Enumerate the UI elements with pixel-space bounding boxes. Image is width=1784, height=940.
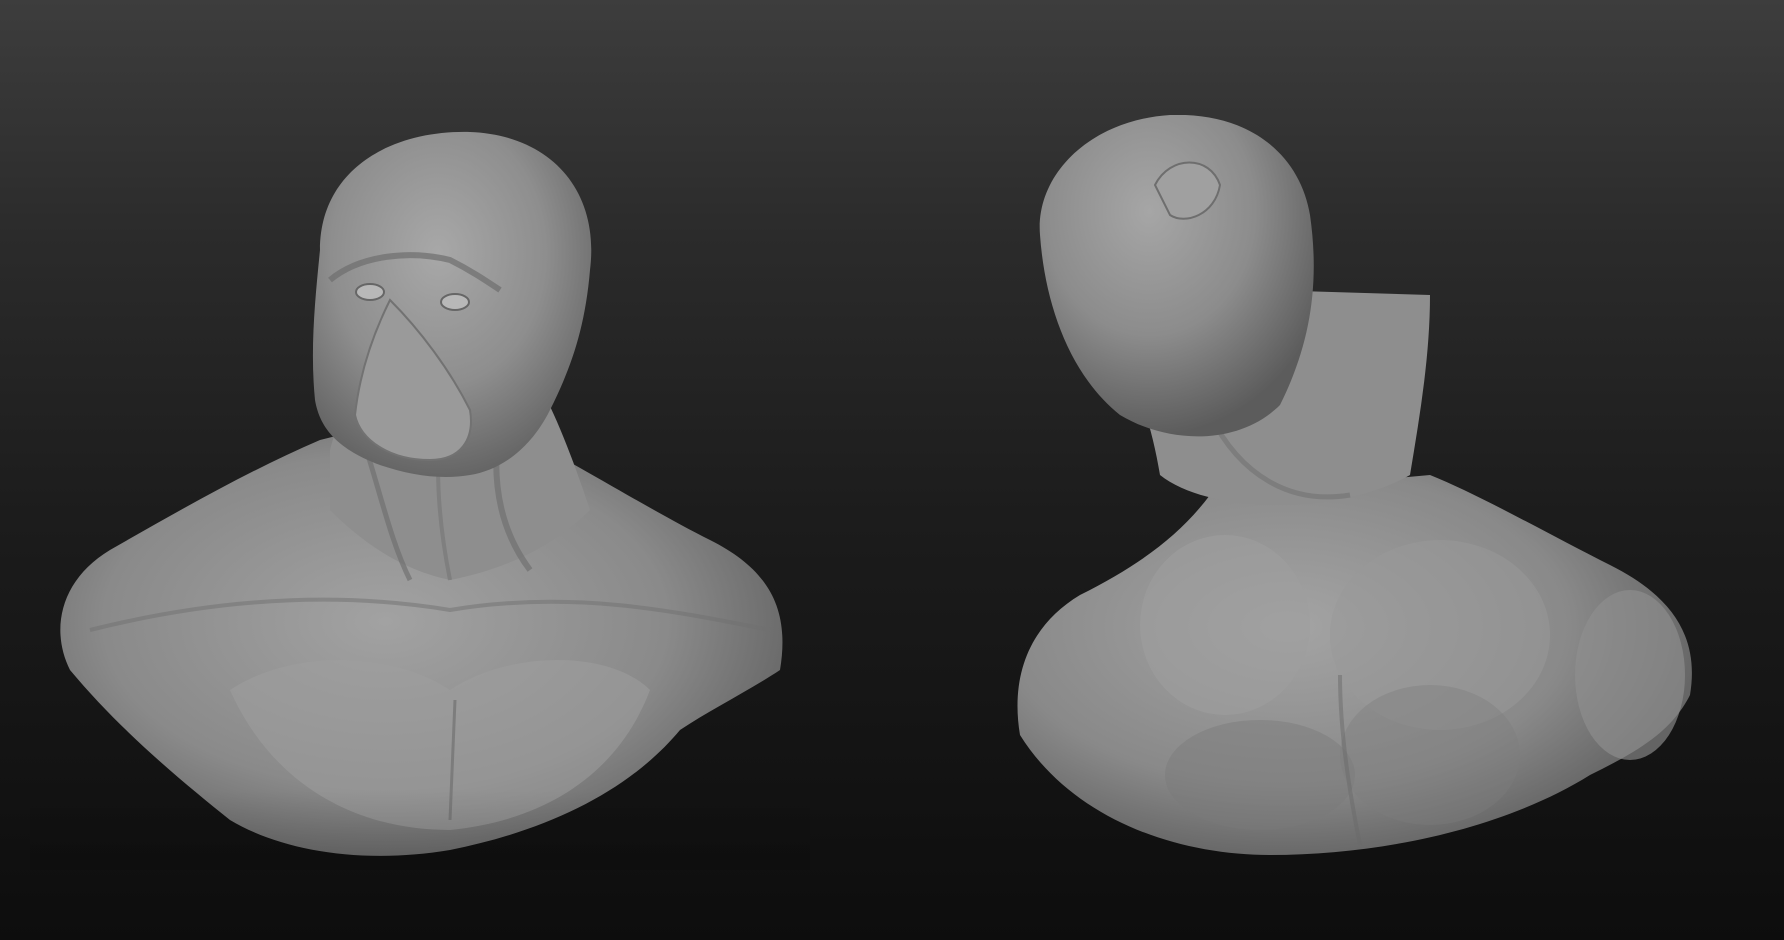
head-back-shape (1039, 115, 1314, 437)
right-eye (440, 293, 470, 311)
arm-muscle (1575, 590, 1685, 760)
bust-front-view[interactable] (30, 130, 810, 870)
bust-back-render (1017, 115, 1692, 855)
bust-back-view[interactable] (1010, 115, 1710, 875)
left-eye (355, 283, 385, 301)
viewport-canvas[interactable] (0, 0, 1784, 940)
bust-front-render (30, 131, 810, 870)
shoulder-muscle-left (1140, 535, 1310, 715)
